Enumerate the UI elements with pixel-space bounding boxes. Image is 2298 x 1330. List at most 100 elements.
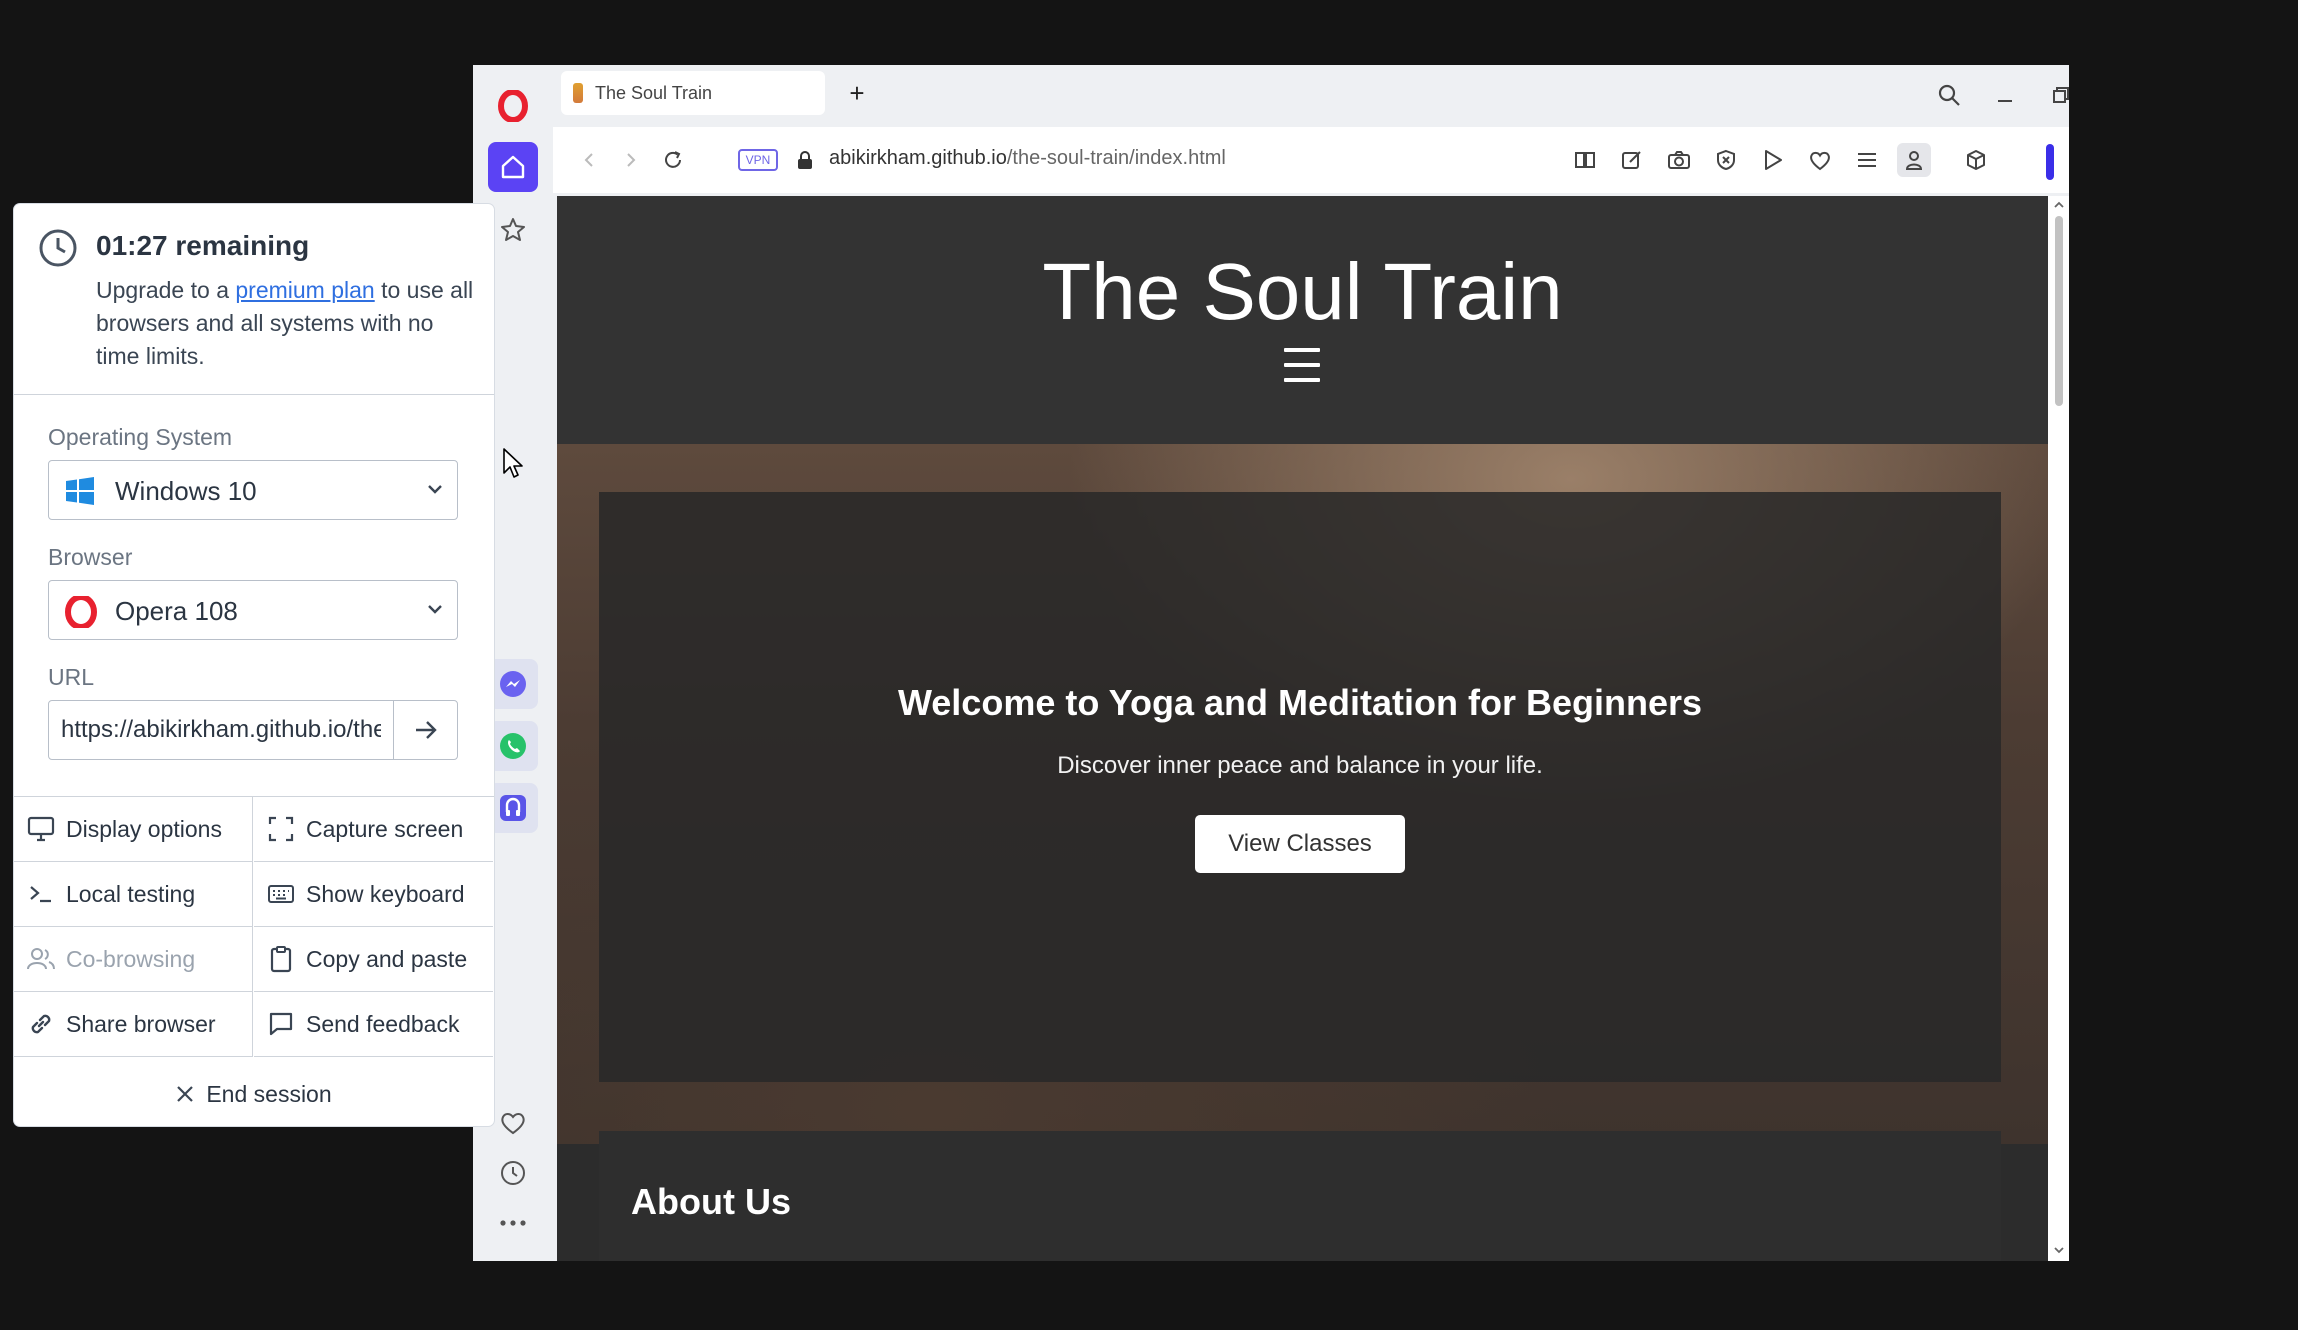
send-feedback-button[interactable]: Send feedback bbox=[254, 992, 493, 1057]
bookmark-icon[interactable] bbox=[1806, 146, 1834, 174]
url-go-button[interactable] bbox=[393, 700, 458, 760]
url-host: abikirkham.github.io bbox=[829, 147, 1007, 169]
arrow-right-icon bbox=[415, 721, 437, 739]
search-icon[interactable] bbox=[1931, 77, 1967, 113]
browser-window: The Soul Train + VPN abikirkham.github.i… bbox=[473, 65, 2069, 1261]
timer-remaining: 01:27 remaining bbox=[96, 230, 310, 261]
close-icon bbox=[176, 1085, 194, 1103]
whatsapp-icon[interactable] bbox=[488, 721, 538, 771]
hero-overlay: Welcome to Yoga and Meditation for Begin… bbox=[599, 492, 2001, 1082]
upgrade-message: Upgrade to a premium plan to use all bro… bbox=[96, 274, 476, 373]
terminal-icon bbox=[26, 879, 56, 909]
site-title: The Soul Train bbox=[1042, 247, 1563, 336]
end-session-button[interactable]: End session bbox=[14, 1062, 494, 1126]
easy-setup-icon[interactable] bbox=[1853, 146, 1881, 174]
site-header: The Soul Train bbox=[557, 196, 2048, 444]
share-browser-label: Share browser bbox=[66, 1010, 216, 1037]
copy-paste-label: Copy and paste bbox=[306, 945, 468, 972]
url-label: URL bbox=[48, 664, 95, 690]
profile-icon[interactable] bbox=[1897, 143, 1931, 177]
browser-value: Opera 108 bbox=[115, 596, 238, 626]
heart-icon[interactable] bbox=[488, 1098, 538, 1148]
show-keyboard-label: Show keyboard bbox=[306, 880, 465, 907]
chevron-down-icon bbox=[425, 479, 445, 499]
about-title: About Us bbox=[631, 1181, 791, 1222]
home-icon[interactable] bbox=[488, 142, 538, 192]
hamburger-menu-icon[interactable] bbox=[1284, 348, 1320, 382]
browser-select[interactable]: Opera 108 bbox=[48, 580, 458, 640]
share-browser-button[interactable]: Share browser bbox=[14, 992, 253, 1057]
restore-icon[interactable] bbox=[2043, 77, 2069, 113]
clock-icon bbox=[38, 228, 78, 268]
scroll-thumb[interactable] bbox=[2055, 216, 2063, 406]
hero-subtitle: Discover inner peace and balance in your… bbox=[1057, 752, 1543, 779]
capture-screen-button[interactable]: Capture screen bbox=[254, 797, 493, 862]
copy-paste-button[interactable]: Copy and paste bbox=[254, 927, 493, 992]
end-session-label: End session bbox=[206, 1080, 332, 1107]
users-icon bbox=[26, 944, 56, 974]
action-grid: Display options Capture screen Local tes… bbox=[14, 796, 494, 1061]
reader-icon[interactable] bbox=[1571, 146, 1599, 174]
capture-screen-label: Capture screen bbox=[306, 815, 464, 842]
windows-icon bbox=[65, 476, 95, 506]
browser-label: Browser bbox=[48, 544, 133, 570]
more-icon[interactable] bbox=[488, 1198, 538, 1248]
co-browsing-label: Co-browsing bbox=[66, 945, 196, 972]
edit-icon[interactable] bbox=[1618, 146, 1646, 174]
link-icon bbox=[26, 1009, 56, 1039]
page-viewport: The Soul Train Welcome to Yoga and Medit… bbox=[557, 196, 2048, 1261]
sidebar-toggle-indicator bbox=[2046, 144, 2054, 180]
vpn-badge[interactable]: VPN bbox=[738, 149, 778, 171]
timer-section: 01:27 remaining Upgrade to a premium pla… bbox=[14, 204, 494, 395]
local-testing-button[interactable]: Local testing bbox=[14, 862, 253, 927]
address-bar: VPN abikirkham.github.io/the-soul-train/… bbox=[553, 127, 2069, 193]
tab-bar: The Soul Train + bbox=[553, 65, 2069, 127]
scroll-down-icon[interactable] bbox=[2053, 1246, 2065, 1254]
scroll-up-icon[interactable] bbox=[2053, 201, 2065, 209]
session-panel: 01:27 remaining Upgrade to a premium pla… bbox=[14, 204, 494, 1126]
history-icon[interactable] bbox=[488, 1148, 538, 1198]
co-browsing-button[interactable]: Co-browsing bbox=[14, 927, 253, 992]
forward-icon[interactable] bbox=[615, 144, 647, 176]
cube-icon[interactable] bbox=[1962, 146, 1990, 174]
display-options-button[interactable]: Display options bbox=[14, 797, 253, 862]
pinboard-icon[interactable] bbox=[488, 205, 538, 255]
messenger-icon[interactable] bbox=[488, 659, 538, 709]
adblock-icon[interactable] bbox=[1712, 146, 1740, 174]
os-value: Windows 10 bbox=[115, 476, 257, 506]
music-player-icon[interactable] bbox=[488, 783, 538, 833]
chat-bubble-icon bbox=[266, 1009, 296, 1039]
os-label: Operating System bbox=[48, 424, 233, 450]
capture-icon bbox=[266, 814, 296, 844]
url-path: /the-soul-train/index.html bbox=[1006, 147, 1226, 169]
mouse-cursor-icon bbox=[502, 447, 524, 479]
tab-the-soul-train[interactable]: The Soul Train bbox=[561, 71, 825, 115]
hero-section: Welcome to Yoga and Meditation for Begin… bbox=[557, 444, 2048, 1144]
send-icon[interactable] bbox=[1759, 146, 1787, 174]
show-keyboard-button[interactable]: Show keyboard bbox=[254, 862, 493, 927]
reload-icon[interactable] bbox=[657, 144, 689, 176]
display-options-label: Display options bbox=[66, 815, 222, 842]
opera-logo-icon[interactable] bbox=[488, 81, 538, 131]
clipboard-icon bbox=[266, 944, 296, 974]
monitor-icon bbox=[26, 814, 56, 844]
about-section: About Us bbox=[599, 1131, 2001, 1261]
premium-plan-link[interactable]: premium plan bbox=[235, 277, 374, 303]
opera-icon bbox=[65, 596, 97, 628]
minimize-icon[interactable] bbox=[1987, 77, 2023, 113]
os-select[interactable]: Windows 10 bbox=[48, 460, 458, 520]
camera-icon[interactable] bbox=[1665, 146, 1693, 174]
upgrade-prefix: Upgrade to a bbox=[96, 277, 236, 303]
back-icon[interactable] bbox=[573, 144, 605, 176]
url-display[interactable]: abikirkham.github.io/the-soul-train/inde… bbox=[829, 147, 1226, 170]
url-input[interactable] bbox=[48, 700, 394, 760]
chevron-down-icon bbox=[425, 599, 445, 619]
new-tab-button[interactable]: + bbox=[843, 78, 871, 108]
keyboard-icon bbox=[266, 879, 296, 909]
site-favicon-icon bbox=[573, 83, 583, 103]
lock-icon[interactable] bbox=[789, 144, 821, 176]
local-testing-label: Local testing bbox=[66, 880, 196, 907]
page-scrollbar[interactable] bbox=[2048, 196, 2069, 1261]
tab-title: The Soul Train bbox=[595, 82, 713, 103]
view-classes-button[interactable]: View Classes bbox=[1195, 815, 1405, 873]
